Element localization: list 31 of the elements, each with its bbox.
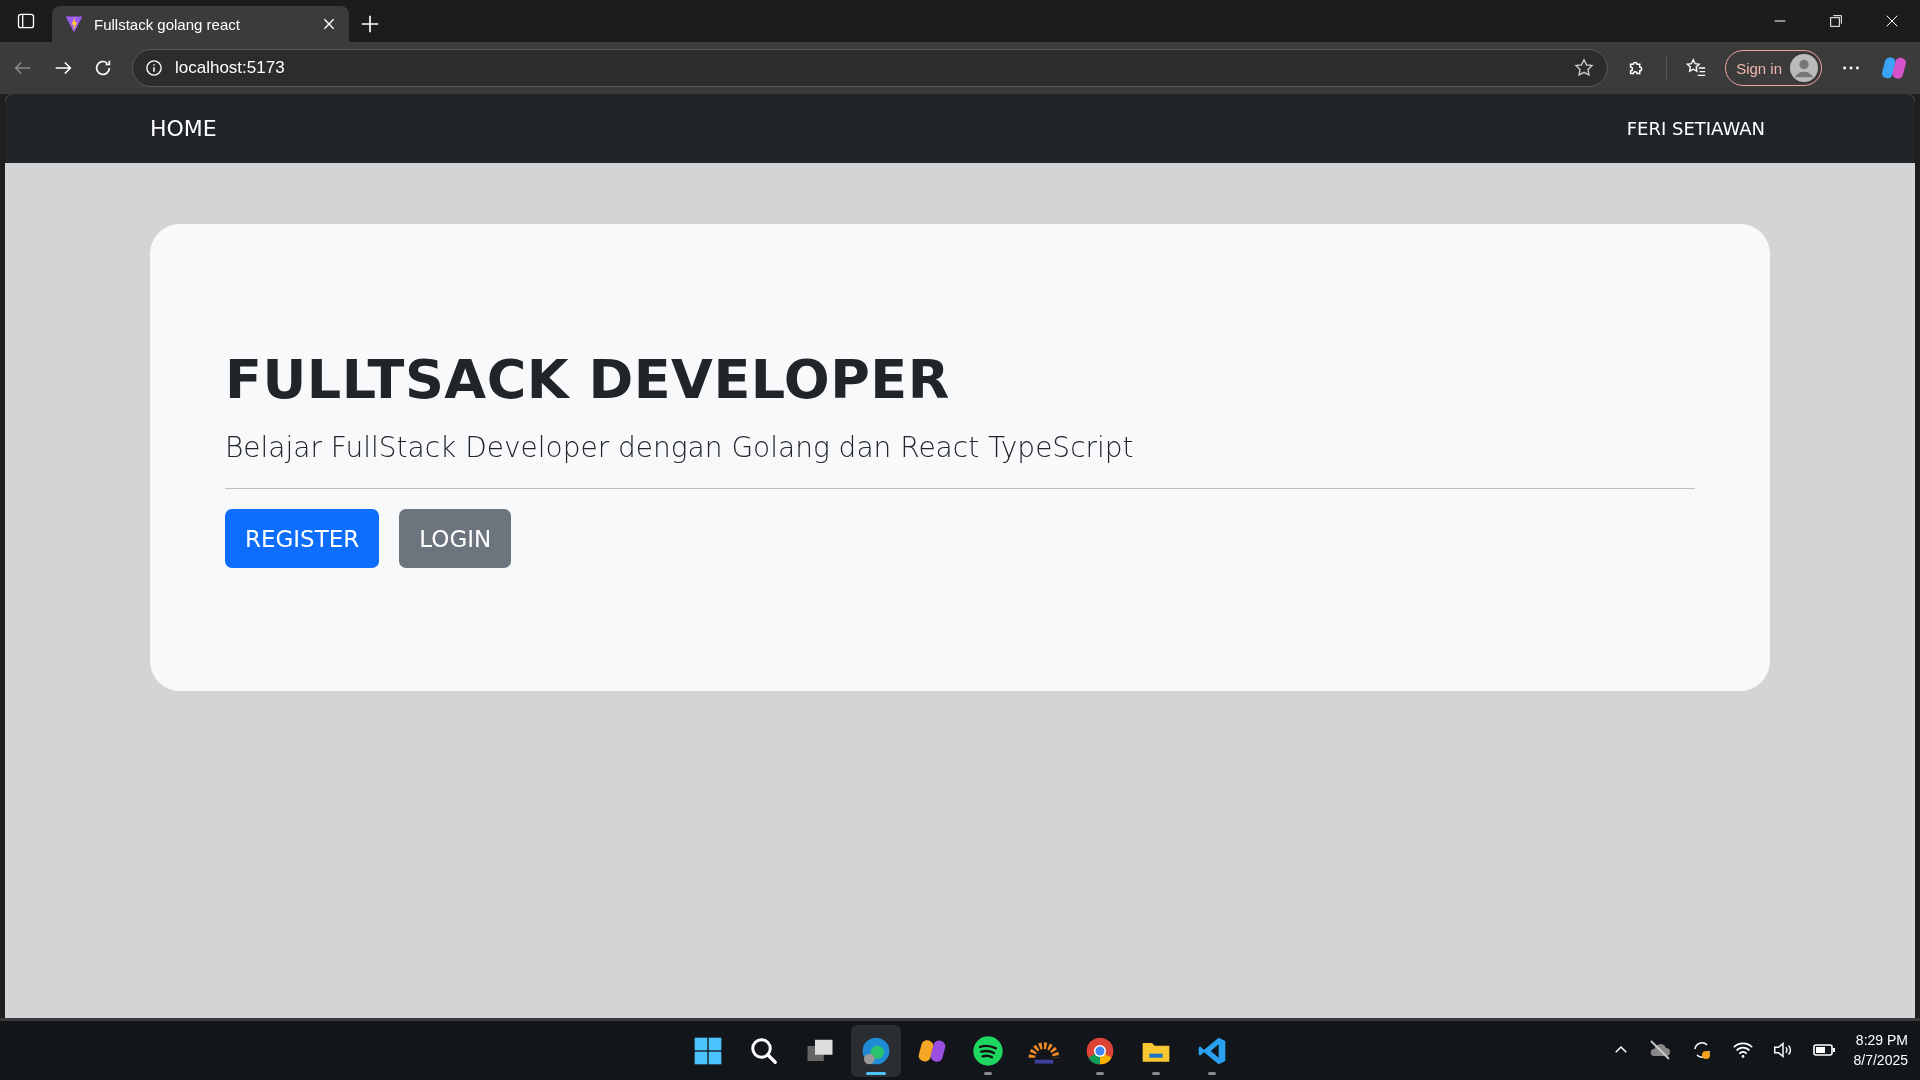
browser-icon[interactable] [860,1035,892,1067]
hero-subtitle: Belajar FullStack Developer dengan Golang dan React TypeScript [225,431,1135,464]
close-icon[interactable] [321,16,337,32]
info-icon[interactable] [145,59,163,77]
taskbar-app[interactable] [851,1025,901,1077]
login-button[interactable]: LOGIN [399,509,512,568]
clock[interactable]: 8:29 PM 8/7/2025 [1853,1029,1908,1070]
home-link[interactable]: HOME [150,116,217,141]
running-indicator [866,1072,886,1075]
user-name: FERI SETIAWAN [1626,118,1765,139]
running-indicator [1096,1072,1104,1075]
cloud-off-icon[interactable] [1647,1037,1672,1062]
code-editor-icon[interactable] [1196,1035,1228,1067]
assistant-icon[interactable] [1880,54,1908,82]
favorites-icon[interactable] [1685,57,1708,79]
lightning-logo-icon [64,14,84,34]
search-icon[interactable] [749,1036,779,1066]
clock-time: 8:29 PM [1855,1030,1908,1050]
running-indicator [1208,1072,1216,1075]
address-bar[interactable]: localhost:5173 [132,49,1609,87]
hero-title: FULLTSACK DEVELOPER [225,348,951,411]
clock-date: 8/7/2025 [1853,1050,1908,1070]
sidebar-icon[interactable] [16,11,36,31]
running-indicator [1152,1072,1160,1075]
new-tab-icon[interactable] [359,13,381,35]
register-button[interactable]: REGISTER [225,509,380,568]
music-app-icon[interactable] [972,1035,1004,1067]
browser-tab[interactable]: Fullstack golang react [52,6,349,42]
running-indicator [984,1072,992,1075]
star-icon[interactable] [1573,57,1596,79]
avatar-icon [1790,54,1818,82]
